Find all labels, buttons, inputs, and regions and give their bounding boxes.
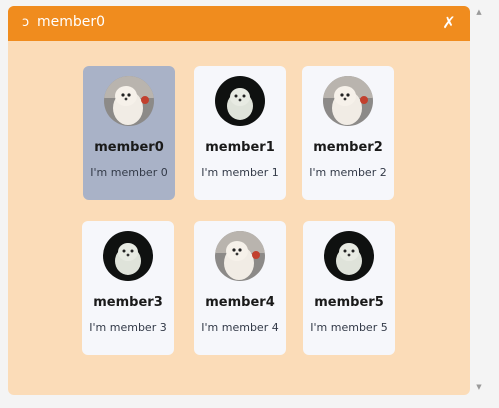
member-name: member3 xyxy=(93,295,163,310)
member-dialog: ↄ member0 ✗ member0 I'm member 0 member1… xyxy=(8,6,470,395)
member-description: I'm member 3 xyxy=(89,321,167,334)
dialog-title: member0 xyxy=(37,14,106,30)
member-card[interactable]: member2 I'm member 2 xyxy=(302,66,394,200)
member-name: member5 xyxy=(314,295,384,310)
member-description: I'm member 5 xyxy=(310,321,388,334)
avatar xyxy=(104,76,154,126)
avatar xyxy=(215,76,265,126)
member-name: member4 xyxy=(205,295,275,310)
avatar xyxy=(324,231,374,281)
member-description: I'm member 2 xyxy=(309,166,387,179)
avatar xyxy=(103,231,153,281)
member-name: member1 xyxy=(205,140,275,155)
close-button[interactable]: ✗ xyxy=(440,12,458,34)
member-card[interactable]: member5 I'm member 5 xyxy=(303,221,395,355)
member-description: I'm member 1 xyxy=(201,166,279,179)
member-name: member0 xyxy=(94,140,164,155)
member-card[interactable]: member3 I'm member 3 xyxy=(82,221,174,355)
member-card[interactable]: member4 I'm member 4 xyxy=(194,221,286,355)
scroll-down-arrow-icon[interactable]: ▼ xyxy=(475,383,483,391)
member-description: I'm member 4 xyxy=(201,321,279,334)
vertical-scrollbar[interactable]: ▲ ▼ xyxy=(472,6,486,395)
member-card[interactable]: member0 I'm member 0 xyxy=(83,66,175,200)
title-bar: ↄ member0 ✗ xyxy=(8,6,470,41)
member-name: member2 xyxy=(313,140,383,155)
avatar xyxy=(323,76,373,126)
member-card[interactable]: member1 I'm member 1 xyxy=(194,66,286,200)
member-description: I'm member 0 xyxy=(90,166,168,179)
avatar xyxy=(215,231,265,281)
refresh-icon[interactable]: ↄ xyxy=(22,15,29,31)
scroll-up-arrow-icon[interactable]: ▲ xyxy=(475,8,483,16)
